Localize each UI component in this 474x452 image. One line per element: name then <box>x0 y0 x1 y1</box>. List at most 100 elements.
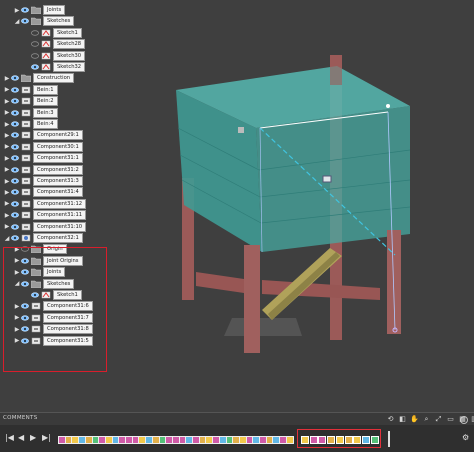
fit-icon[interactable]: ⤢ <box>434 415 443 424</box>
timeline-feature-icon[interactable] <box>285 436 294 444</box>
visibility-eye-icon[interactable] <box>10 120 19 128</box>
folder-icon <box>20 74 31 83</box>
browser-node-label: Component31:11 <box>33 210 87 221</box>
sketch-point[interactable] <box>386 104 390 108</box>
component-icon <box>20 177 31 186</box>
visibility-eye-icon[interactable] <box>10 188 19 196</box>
component-icon <box>20 97 31 106</box>
browser-node[interactable]: Sketch1 <box>24 27 82 38</box>
3d-viewport[interactable]: ▶ Joints ◢ Sketches Sketch1 Sketch28 Sketch30 S… <box>0 0 474 410</box>
browser-node-label: Component30:1 <box>33 141 83 152</box>
ground-shadow <box>224 318 302 336</box>
browser-node[interactable]: ▶ Component31:1 <box>4 153 83 164</box>
display-settings-icon[interactable]: ▭ <box>446 415 455 424</box>
corner-handle[interactable] <box>238 127 244 133</box>
visibility-eye-icon[interactable] <box>10 143 19 151</box>
visibility-eye-icon[interactable] <box>10 109 19 117</box>
browser-node[interactable]: ▶ Bein:1 <box>4 84 58 95</box>
browser-node-label: Sketch30 <box>53 50 86 61</box>
leg-top-stub-right <box>330 55 342 85</box>
browser-node[interactable]: ▶ Construction <box>4 73 75 84</box>
component-icon <box>20 154 31 163</box>
grid-icon[interactable]: ▦ <box>458 415 467 424</box>
go-to-start-icon[interactable]: |◀ <box>5 433 14 442</box>
visibility-eye-icon[interactable] <box>10 97 19 105</box>
component-icon <box>20 120 31 129</box>
timeline-settings-icon[interactable]: ⚙ <box>462 433 469 442</box>
browser-node[interactable]: ◢ Sketches <box>14 16 75 27</box>
pan-icon[interactable]: ✋ <box>410 415 419 424</box>
browser-node[interactable]: Sketch32 <box>24 62 86 72</box>
visibility-eye-icon[interactable] <box>10 234 19 242</box>
visibility-eye-icon[interactable] <box>30 63 39 71</box>
browser-node-label: Construction <box>33 73 75 84</box>
visibility-eye-icon[interactable] <box>10 211 19 219</box>
visibility-eye-icon[interactable] <box>10 86 19 94</box>
browser-node[interactable]: ▶ Component31:3 <box>4 176 83 186</box>
timeline-marker[interactable] <box>388 431 390 447</box>
play-icon[interactable]: ▶ <box>30 433 36 442</box>
browser-node-label: Component31:1 <box>33 153 83 164</box>
step-forward-icon[interactable]: ▶| <box>42 433 51 442</box>
viewports-icon[interactable]: ▥ <box>470 415 474 424</box>
browser-node[interactable]: ▶ Joints <box>14 5 66 15</box>
visibility-eye-icon[interactable] <box>10 131 19 139</box>
component-icon <box>20 199 31 208</box>
leg-front-left <box>244 245 260 353</box>
visibility-eye-icon[interactable] <box>30 29 39 37</box>
visibility-eye-icon[interactable] <box>10 223 19 231</box>
browser-node-label: Component31:12 <box>33 198 87 209</box>
browser-node-label: Component32:1 <box>33 233 83 243</box>
visibility-eye-icon[interactable] <box>10 74 19 82</box>
browser-node-label: Bein:4 <box>33 119 58 129</box>
step-back-icon[interactable]: ◀ <box>18 433 24 442</box>
component-icon <box>20 188 31 197</box>
timeline-bar: |◀ ◀ ▶ ▶| ⚙ <box>0 425 474 452</box>
visibility-eye-icon[interactable] <box>10 200 19 208</box>
visibility-eye-icon[interactable] <box>20 17 29 25</box>
look-at-icon[interactable]: ◧ <box>398 415 407 424</box>
browser-node-label: Component31:4 <box>33 187 83 198</box>
rail-left <box>196 272 244 293</box>
component-icon <box>20 108 31 117</box>
comments-label: COMMENTS <box>3 415 38 421</box>
browser-node[interactable]: ▶ Component31:11 <box>4 210 87 221</box>
browser-node[interactable]: ▶ Bein:3 <box>4 107 58 118</box>
component-icon <box>20 222 31 231</box>
browser-node[interactable]: ▶ Component29:1 <box>4 130 83 141</box>
browser-node-label: Bein:1 <box>33 84 58 95</box>
visibility-eye-icon[interactable] <box>30 52 39 60</box>
browser-node[interactable]: Sketch28 <box>24 39 86 50</box>
zoom-icon[interactable]: ⌕ <box>422 415 431 424</box>
sketch-center-marker[interactable] <box>322 175 332 183</box>
browser-node[interactable]: ◢ Component32:1 <box>4 233 83 243</box>
browser-node[interactable]: ▶ Component31:10 <box>4 221 87 232</box>
visibility-eye-icon[interactable] <box>10 154 19 162</box>
browser-node-label: Component31:3 <box>33 176 83 186</box>
browser-node[interactable]: Sketch30 <box>24 50 86 61</box>
browser-node-label: Sketch28 <box>53 39 86 50</box>
browser-node-label: Joints <box>43 5 66 15</box>
selection-highlight <box>3 247 107 372</box>
browser-node-label: Component31:2 <box>33 164 83 175</box>
browser-node-label: Bein:2 <box>33 96 58 107</box>
visibility-eye-icon[interactable] <box>30 40 39 48</box>
visibility-eye-icon[interactable] <box>10 166 19 174</box>
sketch-icon <box>40 63 51 72</box>
visibility-eye-icon[interactable] <box>10 177 19 185</box>
orbit-icon[interactable]: ⟲ <box>386 415 395 424</box>
browser-node-label: Component29:1 <box>33 130 83 141</box>
browser-node-label: Sketch1 <box>53 27 82 38</box>
component-icon <box>20 142 31 151</box>
component-icon <box>20 211 31 220</box>
browser-node[interactable]: ▶ Component31:4 <box>4 187 83 198</box>
visibility-eye-icon[interactable] <box>20 6 29 14</box>
component-icon <box>20 131 31 140</box>
browser-node[interactable]: ▶ Component30:1 <box>4 141 83 152</box>
component-icon <box>20 165 31 174</box>
browser-node[interactable]: ▶ Bein:4 <box>4 119 58 129</box>
browser-node[interactable]: ▶ Component31:12 <box>4 198 87 209</box>
browser-node[interactable]: ▶ Bein:2 <box>4 96 58 107</box>
timeline-highlight <box>297 429 381 448</box>
browser-node[interactable]: ▶ Component31:2 <box>4 164 83 175</box>
